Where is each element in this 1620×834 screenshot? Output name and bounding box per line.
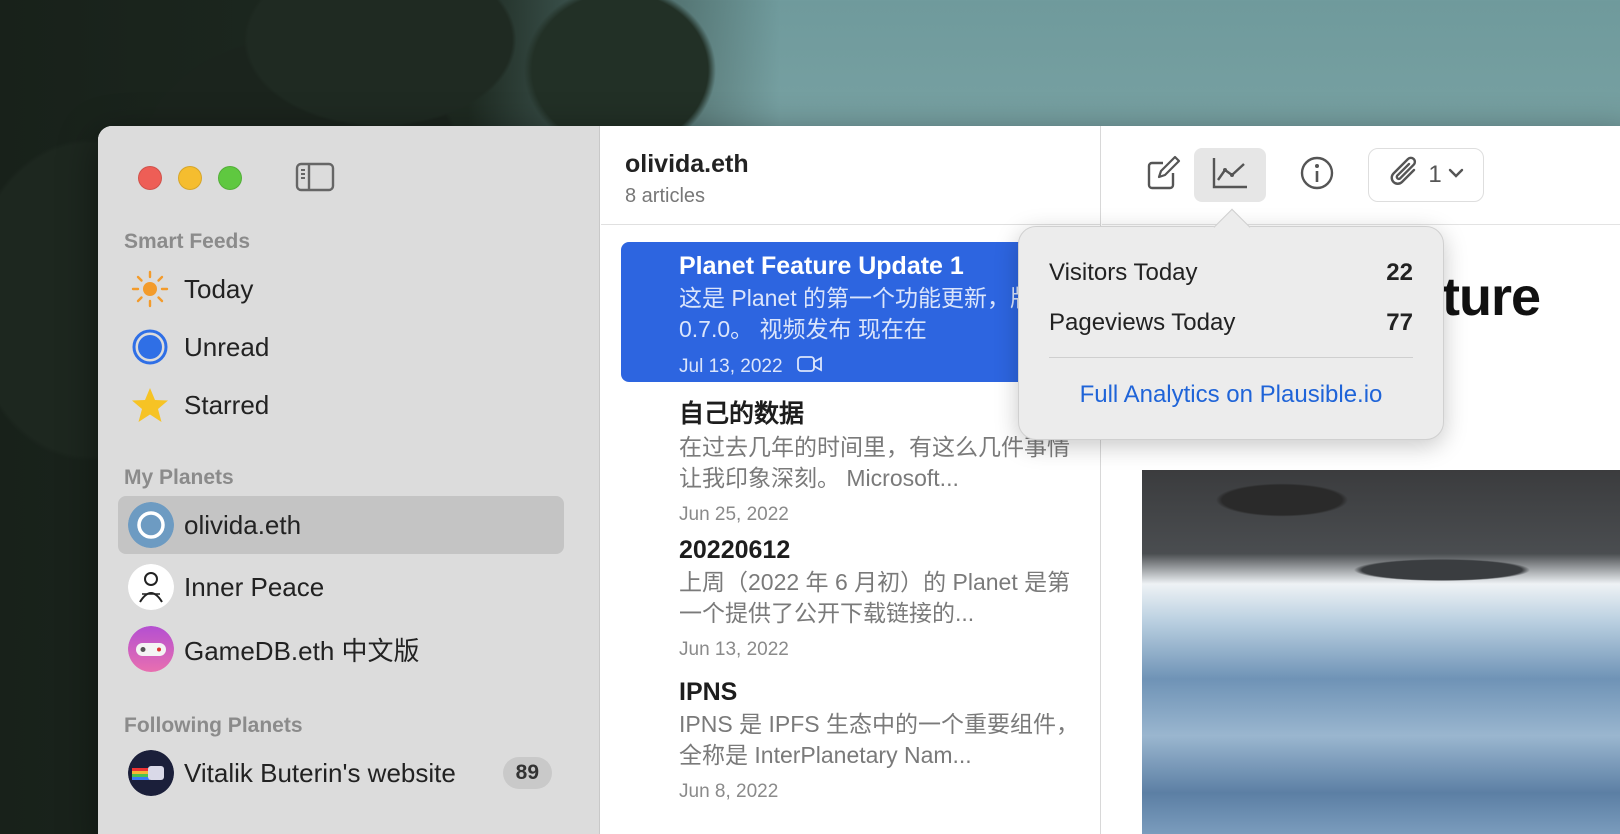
following-planets-heading: Following Planets [124, 714, 303, 737]
sidebar-item-starred[interactable]: Starred [118, 376, 564, 434]
sidebar-item-label: Vitalik Buterin's website [184, 757, 456, 788]
compose-icon [1145, 155, 1181, 196]
unread-count-badge: 89 [502, 757, 552, 789]
zoom-window-button[interactable] [218, 166, 242, 190]
attachments-count: 1 [1428, 161, 1442, 188]
article-row[interactable]: 20220612 上周（2022 年 6 月初）的 Planet 是第一个提供了… [621, 526, 1091, 666]
planet-avatar [128, 750, 174, 796]
attachments-button[interactable]: 1 [1368, 148, 1484, 202]
star-icon [130, 385, 170, 425]
sidebar-item-gamedb[interactable]: GameDB.eth 中文版 [118, 620, 564, 678]
planet-avatar [128, 626, 174, 672]
sidebar-item-label: GameDB.eth 中文版 [184, 635, 420, 666]
article-date: Jul 13, 2022 [679, 356, 783, 377]
sidebar-item-olivida[interactable]: olivida.eth [118, 496, 564, 554]
divider [601, 224, 1100, 225]
article-date: Jun 13, 2022 [679, 639, 789, 660]
article-title: IPNS [679, 678, 738, 706]
visitors-value: 22 [1386, 259, 1413, 286]
info-button[interactable] [1290, 148, 1344, 202]
paperclip-icon [1388, 154, 1422, 197]
article-title: 20220612 [679, 536, 791, 564]
sidebar-item-today[interactable]: Today [118, 260, 564, 318]
video-camera-icon [796, 355, 823, 379]
sidebar-item-unread[interactable]: Unread [118, 318, 564, 376]
sidebar-item-label: Inner Peace [184, 571, 325, 602]
unread-circle-icon [130, 327, 170, 367]
article-summary: 上周（2022 年 6 月初）的 Planet 是第一个提供了公开下载链接的..… [679, 569, 1071, 626]
visitors-row: Visitors Today 22 [1049, 259, 1413, 287]
smart-feeds-heading: Smart Feeds [124, 230, 251, 253]
article-image [1142, 470, 1620, 834]
visitors-label: Visitors Today [1049, 259, 1198, 286]
article-date: Jun 25, 2022 [679, 504, 789, 524]
sidebar-item-label: Starred [184, 389, 270, 420]
article-row[interactable]: IPNS IPNS 是 IPFS 生态中的一个重要组件，全称是 InterPla… [621, 668, 1091, 808]
minimize-window-button[interactable] [178, 166, 202, 190]
article-date: Jun 8, 2022 [679, 781, 779, 802]
article-summary: 在过去几年的时间里，有这么几件事情让我印象深刻。 Microsoft... [679, 434, 1070, 491]
analytics-button[interactable] [1194, 148, 1266, 202]
compose-button[interactable] [1136, 148, 1190, 202]
sidebar-item-label: olivida.eth [184, 509, 302, 540]
sidebar-item-inner-peace[interactable]: Inner Peace [118, 558, 564, 616]
sidebar-toggle-icon[interactable] [295, 161, 335, 193]
planet-title: olivida.eth [625, 150, 749, 178]
sidebar-item-vitalik[interactable]: Vitalik Buterin's website 89 [118, 744, 564, 802]
analytics-popover: Visitors Today 22 Pageviews Today 77 Ful… [1018, 208, 1444, 440]
list-header: olivida.eth 8 articles [625, 150, 749, 208]
chart-line-icon [1211, 156, 1249, 195]
sidebar: Smart Feeds Today Unread Starred My Plan… [98, 126, 600, 834]
pageviews-row: Pageviews Today 77 [1049, 309, 1413, 337]
planet-avatar [128, 564, 174, 610]
divider [1102, 224, 1620, 225]
article-summary: IPNS 是 IPFS 生态中的一个重要组件，全称是 InterPlanetar… [679, 711, 1079, 768]
info-icon [1299, 155, 1335, 196]
article-count: 8 articles [625, 185, 706, 207]
window-controls [138, 166, 242, 190]
article-heading: ture [1442, 267, 1541, 327]
close-window-button[interactable] [138, 166, 162, 190]
sidebar-item-label: Today [184, 273, 254, 304]
sidebar-item-label: Unread [184, 331, 270, 362]
full-analytics-link[interactable]: Full Analytics on Plausible.io [1019, 381, 1443, 409]
my-planets-heading: My Planets [124, 466, 234, 489]
pageviews-value: 77 [1386, 309, 1413, 336]
chevron-down-icon [1448, 166, 1464, 184]
pageviews-label: Pageviews Today [1049, 309, 1236, 336]
divider [1049, 357, 1413, 358]
sun-icon [130, 269, 170, 309]
planet-avatar [128, 502, 174, 548]
